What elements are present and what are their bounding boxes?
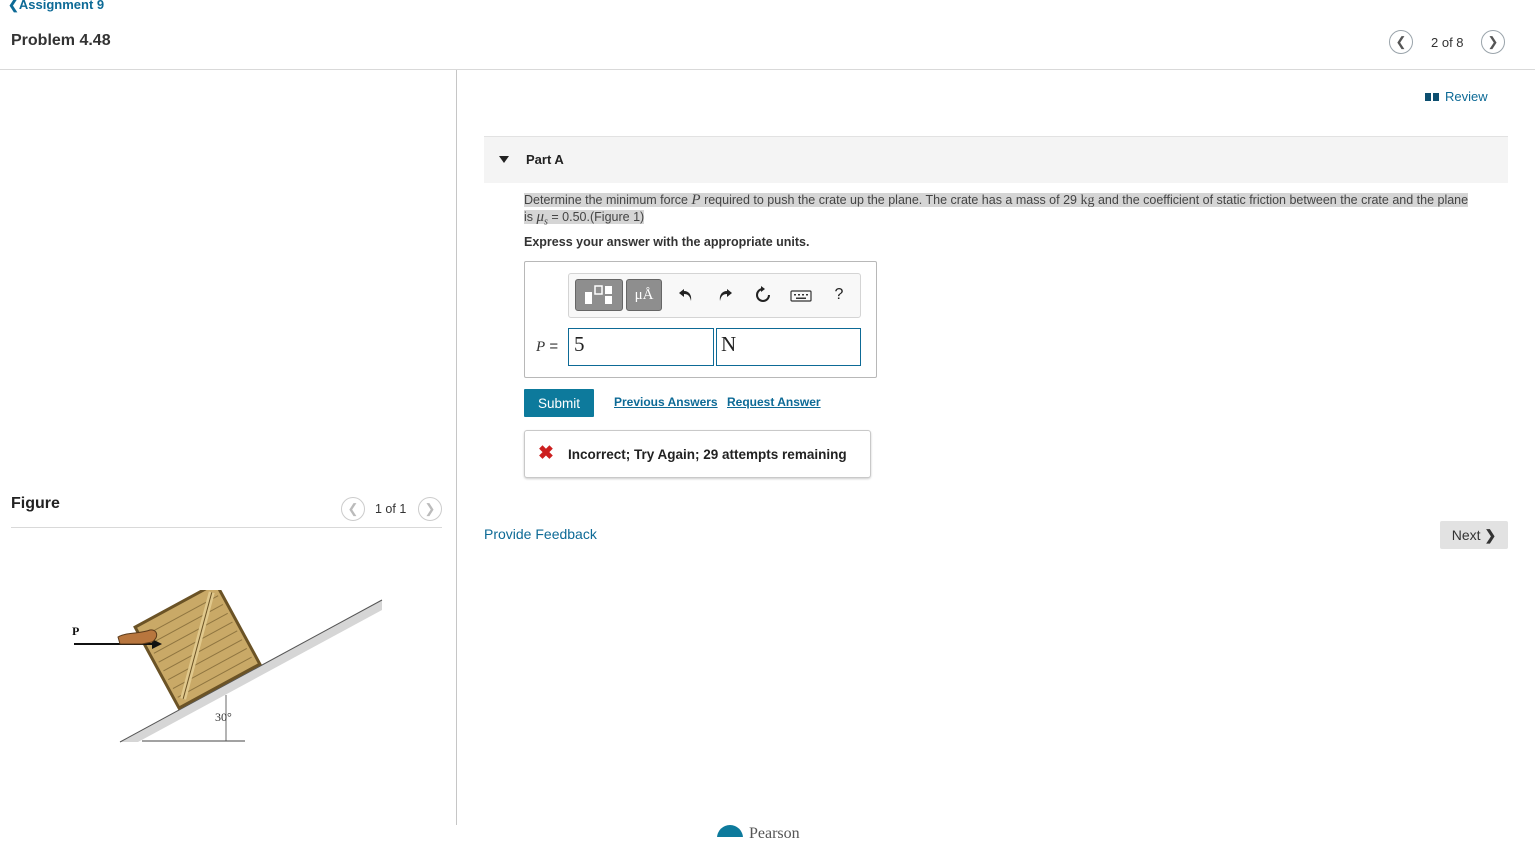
collapse-caret-icon[interactable] — [499, 156, 509, 163]
feedback-status: Incorrect; Try Again; 29 attempts remain… — [568, 447, 847, 462]
keyboard-icon — [790, 290, 812, 302]
redo-button[interactable] — [715, 284, 735, 306]
question-text: Determine the minimum force P required t… — [524, 192, 1469, 228]
provide-feedback-link[interactable]: Provide Feedback — [484, 526, 597, 542]
angle-label: 30° — [215, 710, 232, 724]
crate — [133, 590, 262, 711]
reset-button[interactable] — [752, 284, 774, 306]
figure-divider — [11, 527, 442, 528]
chevron-right-icon: ❯ — [1484, 526, 1497, 543]
reset-icon — [756, 286, 770, 302]
chevron-left-icon: ❮ — [8, 0, 19, 12]
problem-pager: 2 of 8 — [1431, 35, 1464, 50]
back-to-assignment-link[interactable]: ❮Assignment 9 — [8, 0, 104, 13]
chevron-left-icon: ❮ — [347, 501, 359, 516]
next-button[interactable]: Next ❯ — [1440, 521, 1508, 549]
request-answer-link[interactable]: Request Answer — [727, 395, 821, 409]
redo-icon — [719, 289, 732, 301]
header-divider — [0, 69, 1535, 70]
figure-pager: 1 of 1 — [375, 502, 407, 516]
help-button[interactable]: ? — [830, 284, 848, 306]
next-label: Next — [1451, 527, 1481, 543]
figure-link[interactable]: (Figure 1) — [590, 210, 644, 224]
book-icon — [1425, 92, 1439, 101]
next-problem-button[interactable]: ❯ — [1481, 30, 1505, 54]
part-a-header[interactable] — [484, 136, 1508, 183]
submit-button[interactable]: Submit — [524, 389, 594, 417]
pearson-logo-icon — [717, 825, 743, 837]
figure-title: Figure — [11, 495, 60, 512]
problem-title: Problem 4.48 — [11, 32, 111, 49]
pearson-brand-text: Pearson — [749, 825, 800, 842]
undo-icon — [679, 289, 692, 301]
figure-prev-button[interactable]: ❮ — [341, 497, 365, 521]
templates-button[interactable] — [575, 279, 623, 311]
crate-on-incline-figure: P 30° — [72, 590, 383, 743]
pane-divider[interactable] — [456, 70, 457, 825]
chevron-right-icon: ❯ — [1487, 34, 1499, 49]
symbol-P: P — [691, 192, 701, 208]
previous-answers-link[interactable]: Previous Answers — [614, 395, 718, 409]
answer-label: P = — [536, 338, 559, 355]
answer-value-input[interactable]: 5 — [568, 328, 714, 366]
symbol-mu: μ — [536, 209, 545, 225]
answer-instruction: Express your answer with the appropriate… — [524, 235, 810, 249]
part-label: Part A — [526, 152, 564, 167]
review-link[interactable]: Review — [1425, 89, 1488, 104]
previous-problem-button[interactable]: ❮ — [1389, 30, 1413, 54]
force-label: P — [72, 624, 79, 638]
undo-button[interactable] — [676, 284, 696, 306]
chevron-left-icon: ❮ — [1395, 34, 1407, 49]
unit-kg: kg — [1080, 193, 1095, 208]
back-link-label: Assignment 9 — [18, 0, 105, 12]
answer-unit-input[interactable]: N — [716, 328, 861, 366]
units-button[interactable]: μÅ — [626, 279, 662, 311]
incorrect-x-icon: ✖ — [538, 443, 554, 464]
keyboard-button[interactable] — [789, 287, 813, 305]
review-label: Review — [1445, 89, 1488, 104]
chevron-right-icon: ❯ — [424, 501, 436, 516]
figure-next-button[interactable]: ❯ — [418, 497, 442, 521]
templates-icon — [585, 285, 612, 304]
